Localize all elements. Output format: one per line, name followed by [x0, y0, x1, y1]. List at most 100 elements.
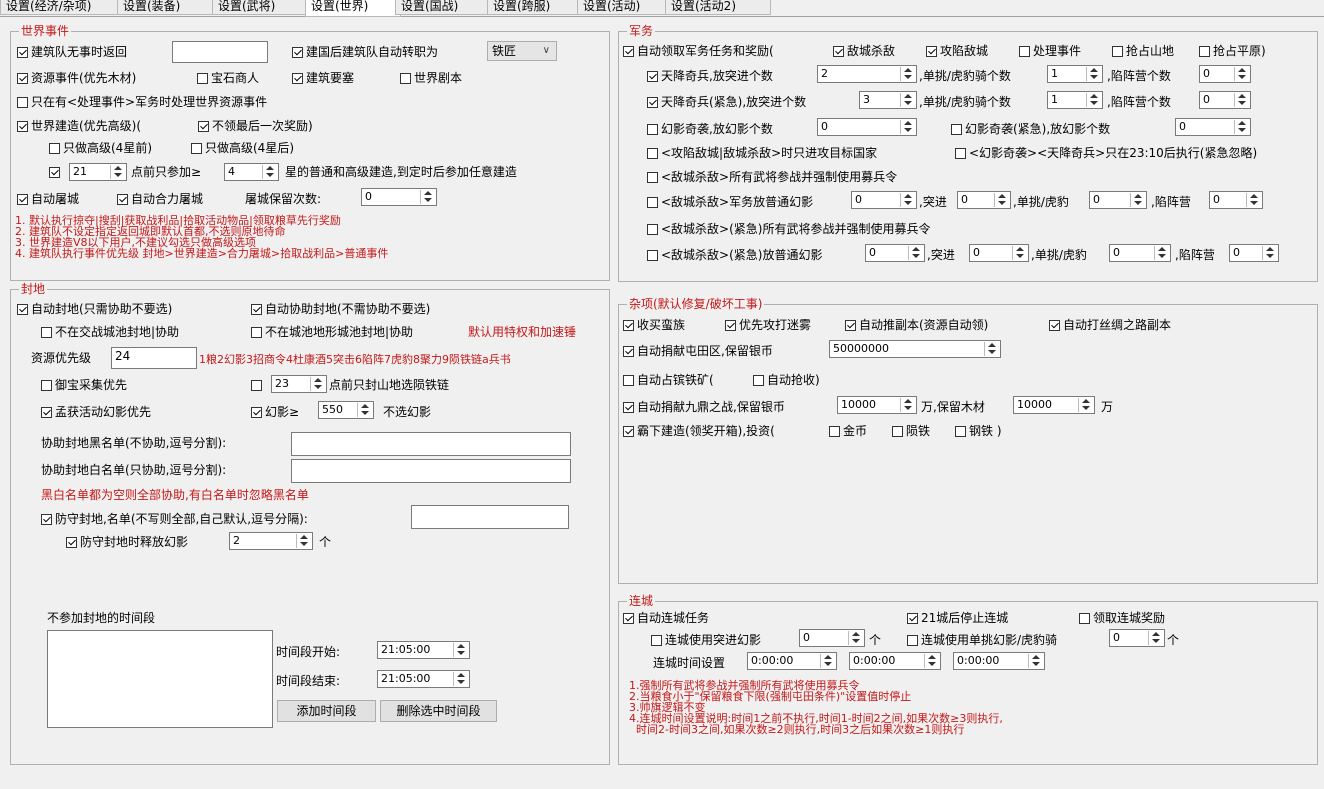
np-single-spinner[interactable]: 0: [1089, 191, 1147, 209]
delete-period-button[interactable]: 删除选中时间段: [380, 700, 497, 722]
grab-mountain-checkbox[interactable]: 抢占山地: [1112, 42, 1174, 60]
slay-keep-spinner[interactable]: 0: [361, 188, 437, 206]
tab-economy[interactable]: 设置(经济/杂项): [0, 0, 118, 15]
defend-input[interactable]: [411, 505, 569, 529]
jiuding-wood-spinner[interactable]: 10000: [1013, 396, 1095, 414]
auto-cooperate-checkbox[interactable]: 自动合力屠城: [117, 190, 203, 208]
not-terrain-checkbox[interactable]: 不在城池地形城池封地|协助: [251, 323, 413, 341]
grab-plain-checkbox[interactable]: 抢占平原): [1199, 42, 1266, 60]
tab-generals[interactable]: 设置(武将): [212, 0, 308, 15]
chain-time-2[interactable]: 0:00:00: [849, 652, 941, 670]
charge-spinner[interactable]: 0: [799, 629, 865, 647]
urgent-phantom-checkbox[interactable]: <敌城杀敌>(紧急)放普通幻影: [647, 246, 822, 264]
auto-grab-checkbox[interactable]: 自动抢收): [753, 371, 820, 389]
only-handle-checkbox[interactable]: 只在有<处理事件>军务时处理世界资源事件: [17, 93, 267, 111]
hour-spinner[interactable]: 21: [69, 163, 127, 181]
auto-assist-checkbox[interactable]: 自动协助封地(不需协助不要选): [251, 300, 430, 318]
world-script-checkbox[interactable]: 世界剧本: [400, 69, 462, 87]
donate-farm-spinner[interactable]: 50000000: [829, 340, 1001, 358]
period-listbox[interactable]: [47, 630, 273, 728]
bawang-checkbox[interactable]: 霸下建造(领奖开箱),投资(: [623, 422, 775, 440]
chain-time-3[interactable]: 0:00:00: [953, 652, 1045, 670]
end-time-picker[interactable]: 21:05:00: [377, 670, 470, 688]
hy2-spinner[interactable]: 0: [1175, 118, 1251, 136]
jiuding-silver-spinner[interactable]: 10000: [837, 396, 917, 414]
treasure-merchant-checkbox[interactable]: 宝石商人: [197, 69, 259, 87]
attack-city-checkbox[interactable]: 攻陷敌城: [926, 42, 988, 60]
world-build-checkbox[interactable]: 世界建造(优先高级)(: [17, 117, 141, 135]
treasure-first-checkbox[interactable]: 御宝采集优先: [41, 376, 127, 394]
star-spinner[interactable]: 4: [224, 163, 279, 181]
tj1-trap-spinner[interactable]: 0: [1199, 65, 1251, 83]
urgent-force-checkbox[interactable]: <敌城杀敌>(紧急)所有武将参战并强制使用募兵令: [647, 220, 930, 238]
stop-21-checkbox[interactable]: 21城后停止连城: [907, 609, 1008, 627]
not-battle-checkbox[interactable]: 不在交战城池封地|协助: [41, 323, 179, 341]
tab-world[interactable]: 设置(世界): [305, 0, 401, 17]
phantom-spinner[interactable]: 550: [318, 401, 374, 419]
kill-enemy-checkbox[interactable]: 敌城杀敌: [833, 42, 895, 60]
no-last-reward-checkbox[interactable]: 不领最后一次奖励): [198, 117, 313, 135]
add-period-button[interactable]: 添加时间段: [277, 700, 376, 722]
normal-phantom-checkbox[interactable]: <敌城杀敌>军务放普通幻影: [647, 193, 813, 211]
tab-cross-server[interactable]: 设置(跨服): [487, 0, 583, 15]
tab-activity2[interactable]: 设置(活动2): [665, 0, 771, 15]
mengzhuo-checkbox[interactable]: 孟获活动幻影优先: [41, 403, 151, 421]
start-time-picker[interactable]: 21:05:00: [377, 641, 470, 659]
force-recruit-checkbox[interactable]: <敌城杀敌>所有武将参战并强制使用募兵令: [647, 168, 897, 186]
resource-event-checkbox[interactable]: 资源事件(优先木材): [17, 69, 136, 87]
donate-farm-checkbox[interactable]: 自动捐献屯田区,保留银币: [623, 342, 773, 360]
phantom-checkbox[interactable]: 幻影≥: [251, 403, 299, 421]
high-after-checkbox[interactable]: 只做高级(4星后): [191, 139, 294, 157]
hy1-spinner[interactable]: 0: [817, 118, 917, 136]
tab-activity[interactable]: 设置(活动): [577, 0, 673, 15]
whitelist-input[interactable]: [291, 459, 571, 483]
tab-nation-war[interactable]: 设置(国战): [395, 0, 491, 15]
tj2-single-spinner[interactable]: 1: [1047, 91, 1103, 109]
tj1-checkbox[interactable]: 天降奇兵,放突进个数: [647, 67, 773, 85]
tj1-charge-spinner[interactable]: 2: [817, 65, 917, 83]
auto-fief-checkbox[interactable]: 自动封地(只需协助不要选): [17, 300, 172, 318]
tj2-charge-spinner[interactable]: 3: [859, 91, 917, 109]
high-before-checkbox[interactable]: 只做高级(4星前): [49, 139, 152, 157]
defend-checkbox[interactable]: 防守封地,名单(不写则全部,自己默认,逗号分隔):: [41, 510, 308, 528]
donate-jiuding-checkbox[interactable]: 自动捐献九鼎之战,保留银币: [623, 398, 785, 416]
tj1-single-spinner[interactable]: 1: [1047, 65, 1103, 83]
occupy-mine-checkbox[interactable]: 自动占镔铁矿(: [623, 371, 714, 389]
auto-dungeon-checkbox[interactable]: 自动推副本(资源自动领): [845, 316, 988, 334]
auto-claim-checkbox[interactable]: 自动领取军务任务和奖励(: [623, 42, 774, 60]
meteor-checkbox[interactable]: 陨铁: [892, 422, 930, 440]
hy2-checkbox[interactable]: 幻影奇袭(紧急),放幻影个数: [951, 120, 1110, 138]
handle-event-checkbox[interactable]: 处理事件: [1019, 42, 1081, 60]
steel-checkbox[interactable]: 钢铁 ): [955, 422, 1002, 440]
after-2310-checkbox[interactable]: <幻影奇袭><天降奇兵>只在23:10后执行(紧急忽略): [955, 144, 1257, 162]
auto-chain-checkbox[interactable]: 自动连城任务: [623, 609, 709, 627]
gold-checkbox[interactable]: 金币: [829, 422, 867, 440]
tab-equipment[interactable]: 设置(装备): [117, 0, 213, 15]
build-fortress-checkbox[interactable]: 建筑要塞: [292, 69, 354, 87]
hour-spinner[interactable]: 23: [271, 375, 327, 393]
np-trap-spinner[interactable]: 0: [1209, 191, 1263, 209]
auto-convert-checkbox[interactable]: 建国后建筑队自动转职为: [292, 43, 438, 61]
tj2-checkbox[interactable]: 天降奇兵(紧急),放突进个数: [647, 93, 806, 111]
up-charge-spinner[interactable]: 0: [969, 244, 1029, 262]
convert-role-select[interactable]: 铁匠 ∨: [487, 41, 557, 61]
blacklist-input[interactable]: [291, 432, 571, 456]
idle-return-checkbox[interactable]: 建筑队无事时返回: [17, 43, 127, 61]
buy-barbarian-checkbox[interactable]: 收买蛮族: [623, 316, 685, 334]
target-country-checkbox[interactable]: <攻陷敌城|敌城杀敌>时只进攻目标国家: [647, 144, 877, 162]
silk-road-checkbox[interactable]: 自动打丝绸之路副本: [1049, 316, 1171, 334]
tj2-trap-spinner[interactable]: 0: [1199, 91, 1251, 109]
single-spinner[interactable]: 0: [1109, 629, 1165, 647]
use-charge-checkbox[interactable]: 连城使用突进幻影: [651, 631, 761, 649]
up-single-spinner[interactable]: 0: [1109, 244, 1171, 262]
defend-release-spinner[interactable]: 2: [229, 532, 313, 550]
use-single-checkbox[interactable]: 连城使用单挑幻影/虎豹骑: [907, 631, 1057, 649]
hour-checkbox[interactable]: [251, 376, 265, 394]
stars-checkbox[interactable]: [49, 163, 63, 181]
idle-return-input[interactable]: [172, 41, 268, 63]
claim-reward-checkbox[interactable]: 领取连城奖励: [1079, 609, 1165, 627]
np-phantom-spinner[interactable]: 0: [851, 191, 917, 209]
auto-slay-checkbox[interactable]: 自动屠城: [17, 190, 79, 208]
np-charge-spinner[interactable]: 0: [957, 191, 1011, 209]
hy1-checkbox[interactable]: 幻影奇袭,放幻影个数: [647, 120, 773, 138]
